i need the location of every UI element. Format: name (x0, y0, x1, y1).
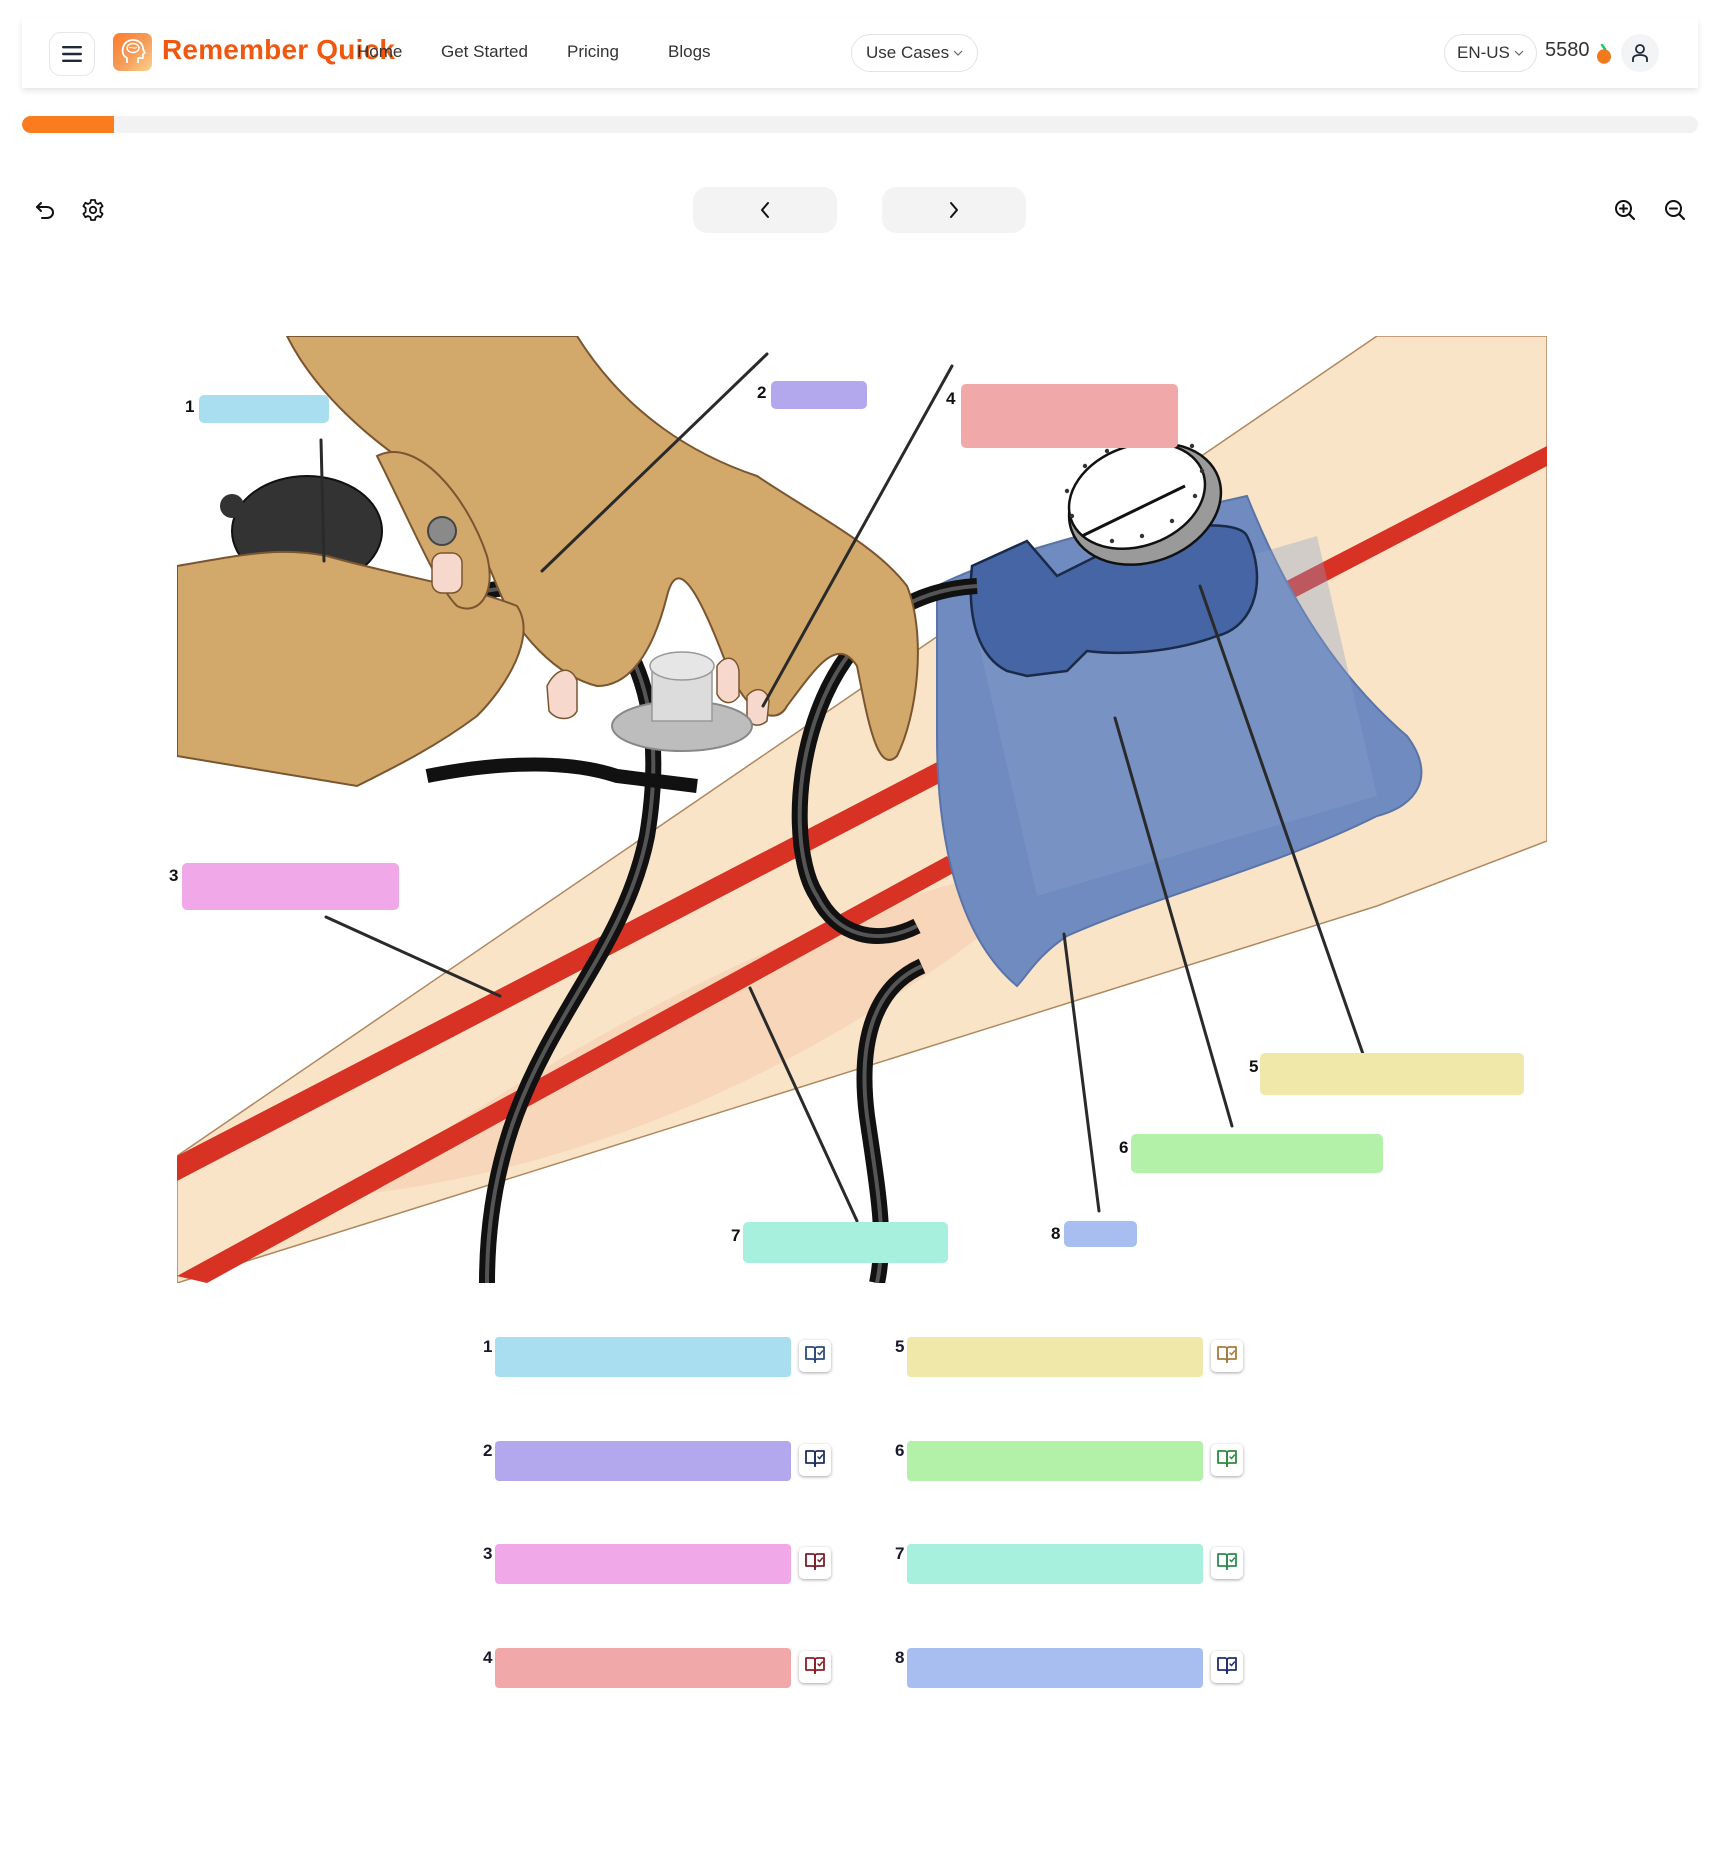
diagram-image: 1 2 3 4 5 6 7 8 (167, 336, 1547, 1283)
hotspot-number: 8 (1049, 1223, 1063, 1245)
answer-input-7[interactable] (907, 1544, 1203, 1584)
profile-button[interactable] (1621, 34, 1659, 72)
top-navbar: Remember Quick Home Get Started Pricing … (22, 18, 1698, 88)
previous-button[interactable] (693, 187, 837, 233)
hint-button[interactable] (799, 1651, 831, 1683)
language-selector[interactable]: EN-US (1444, 34, 1537, 72)
language-label: EN-US (1457, 43, 1510, 62)
answer-number: 6 (893, 1440, 907, 1462)
progress-bar (22, 116, 1698, 133)
hint-button[interactable] (1211, 1651, 1243, 1683)
zoom-out-button[interactable] (1661, 196, 1689, 224)
use-cases-dropdown[interactable]: Use Cases (851, 34, 979, 72)
hotspot-number: 1 (183, 396, 197, 418)
hint-button[interactable] (799, 1444, 831, 1476)
chevron-down-icon (1514, 50, 1524, 56)
orange-fruit-icon (1597, 44, 1611, 64)
nav-home[interactable]: Home (357, 42, 402, 62)
credits-count: 5580 (1545, 39, 1590, 61)
hotspot-6[interactable] (1131, 1134, 1383, 1173)
answer-input-4[interactable] (495, 1648, 791, 1688)
undo-button[interactable] (31, 196, 59, 224)
answer-number: 7 (893, 1543, 907, 1565)
hamburger-icon (62, 46, 82, 62)
book-check-icon (804, 1655, 826, 1680)
answer-number: 1 (481, 1336, 495, 1358)
use-cases-label: Use Cases (866, 43, 950, 62)
book-check-icon (1216, 1448, 1238, 1473)
nav-pricing[interactable]: Pricing (567, 42, 619, 62)
hint-button[interactable] (799, 1547, 831, 1579)
book-check-icon (1216, 1551, 1238, 1576)
menu-button[interactable] (49, 32, 95, 76)
book-check-icon (1216, 1655, 1238, 1680)
hotspot-4[interactable] (961, 384, 1178, 448)
nav-get-started[interactable]: Get Started (441, 42, 528, 62)
hotspot-number: 7 (729, 1225, 743, 1247)
gear-icon (82, 199, 104, 221)
nav-blogs[interactable]: Blogs (668, 42, 711, 62)
chevron-down-icon (953, 50, 963, 56)
zoom-out-icon (1665, 200, 1686, 221)
zoom-in-icon (1615, 200, 1636, 221)
hotspot-1[interactable] (199, 395, 329, 423)
zoom-in-button[interactable] (1611, 196, 1639, 224)
answer-number: 4 (481, 1647, 495, 1669)
answer-input-1[interactable] (495, 1337, 791, 1377)
answer-number: 3 (481, 1543, 495, 1565)
hotspot-5[interactable] (1260, 1053, 1524, 1095)
answer-input-3[interactable] (495, 1544, 791, 1584)
hint-button[interactable] (799, 1340, 831, 1372)
answer-number: 2 (481, 1440, 495, 1462)
book-check-icon (804, 1551, 826, 1576)
chevron-right-icon (950, 202, 958, 218)
answer-input-6[interactable] (907, 1441, 1203, 1481)
user-icon (1632, 44, 1648, 62)
undo-icon (36, 202, 55, 219)
settings-button[interactable] (79, 196, 107, 224)
hint-button[interactable] (1211, 1340, 1243, 1372)
hotspot-3[interactable] (182, 863, 399, 910)
answer-input-5[interactable] (907, 1337, 1203, 1377)
hotspot-8[interactable] (1064, 1221, 1137, 1247)
next-button[interactable] (882, 187, 1026, 233)
answer-number: 8 (893, 1647, 907, 1669)
hotspot-number: 4 (944, 388, 958, 410)
hotspot-number: 5 (1247, 1056, 1261, 1078)
answer-input-2[interactable] (495, 1441, 791, 1481)
hint-button[interactable] (1211, 1547, 1243, 1579)
hotspot-number: 3 (167, 865, 181, 887)
hotspot-number: 2 (755, 382, 769, 404)
book-check-icon (804, 1344, 826, 1369)
chevron-left-icon (761, 202, 769, 218)
hint-button[interactable] (1211, 1444, 1243, 1476)
book-check-icon (1216, 1344, 1238, 1369)
hotspot-number: 6 (1117, 1137, 1131, 1159)
book-check-icon (804, 1448, 826, 1473)
answer-input-8[interactable] (907, 1648, 1203, 1688)
answer-number: 5 (893, 1336, 907, 1358)
hotspot-7[interactable] (743, 1222, 948, 1263)
progress-fill (22, 116, 115, 133)
hotspot-2[interactable] (771, 381, 867, 409)
brain-head-logo[interactable] (113, 33, 152, 71)
